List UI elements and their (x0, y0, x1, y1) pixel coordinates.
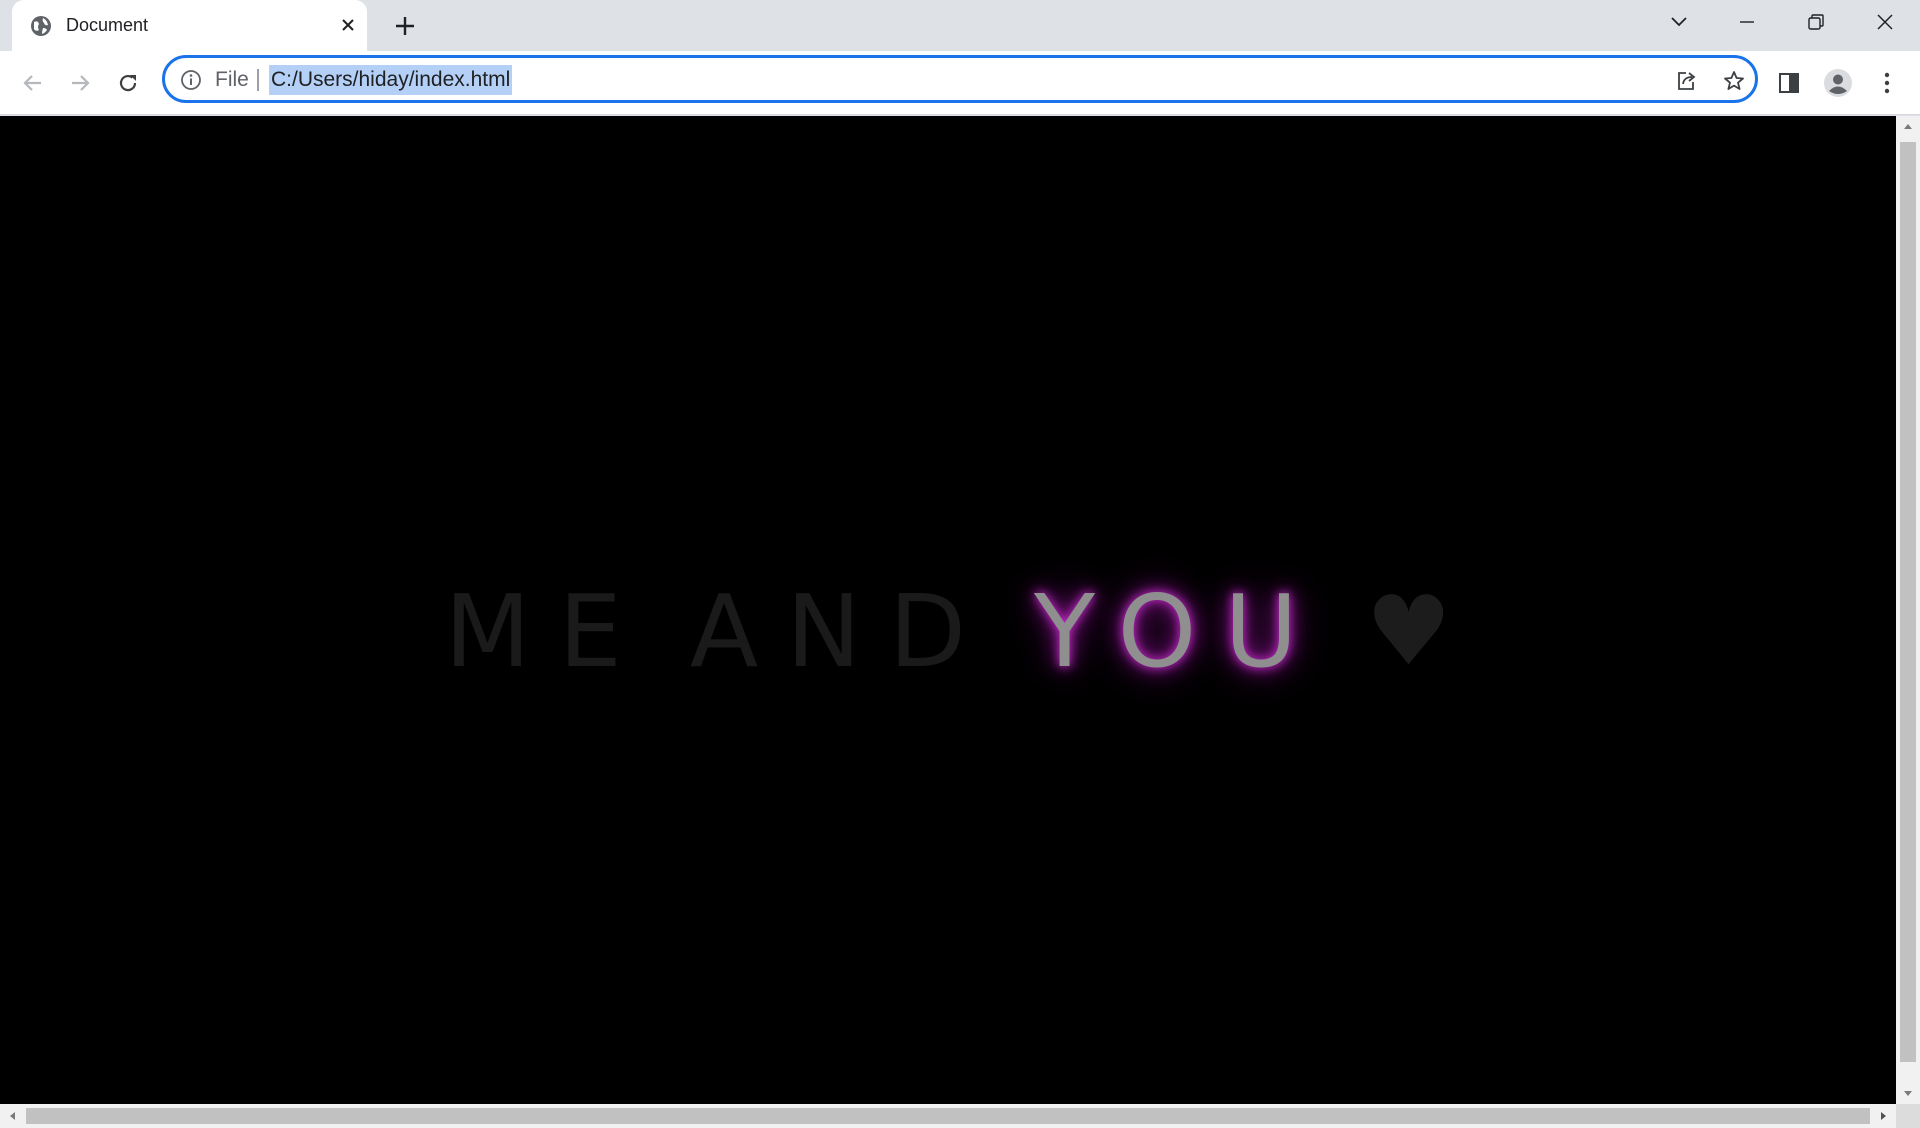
close-tab-icon[interactable] (337, 14, 359, 36)
horizontal-scrollbar[interactable] (0, 1104, 1896, 1128)
menu-kebab-icon[interactable] (1869, 65, 1905, 101)
scroll-down-arrow-icon[interactable] (1896, 1084, 1920, 1104)
vertical-scrollbar-thumb[interactable] (1900, 142, 1916, 1062)
restore-icon[interactable] (1796, 6, 1836, 38)
tab-document[interactable]: Document (12, 0, 367, 51)
word-you: YOU (1034, 572, 1326, 690)
address-bar[interactable]: File C:/Users/hiday/index.html (162, 55, 1758, 103)
tab-search-icon[interactable] (1659, 6, 1699, 38)
reload-icon[interactable] (110, 65, 146, 101)
profile-avatar-icon[interactable] (1820, 65, 1856, 101)
share-icon[interactable] (1673, 68, 1699, 94)
horizontal-scrollbar-thumb[interactable] (26, 1108, 1870, 1124)
headline: ME AND YOU ♥ (0, 116, 1896, 1104)
url-text[interactable]: C:/Users/hiday/index.html (269, 65, 513, 95)
info-icon[interactable] (180, 69, 202, 91)
bookmark-star-icon[interactable] (1721, 68, 1747, 94)
browser-toolbar: File C:/Users/hiday/index.html (0, 51, 1920, 115)
globe-icon (30, 15, 52, 37)
heart-icon: ♥ (1365, 575, 1452, 687)
back-icon[interactable] (15, 65, 51, 101)
scroll-left-arrow-icon[interactable] (2, 1104, 22, 1128)
tab-strip: Document (0, 0, 1920, 51)
forward-icon[interactable] (62, 65, 98, 101)
scroll-right-arrow-icon[interactable] (1874, 1104, 1894, 1128)
tab-title: Document (66, 15, 149, 35)
word-and: AND (689, 572, 995, 690)
new-tab-icon[interactable] (391, 12, 419, 40)
scroll-up-arrow-icon[interactable] (1896, 116, 1920, 136)
scrollbar-corner (1896, 1104, 1920, 1128)
minimize-icon[interactable] (1727, 6, 1767, 38)
page-viewport: ME AND YOU ♥ (0, 116, 1896, 1104)
close-icon[interactable] (1865, 6, 1905, 38)
scheme-label: File (215, 68, 249, 91)
word-me: ME (444, 572, 650, 690)
side-panel-icon[interactable] (1771, 65, 1807, 101)
vertical-scrollbar[interactable] (1896, 116, 1920, 1104)
scheme-separator (257, 69, 259, 91)
